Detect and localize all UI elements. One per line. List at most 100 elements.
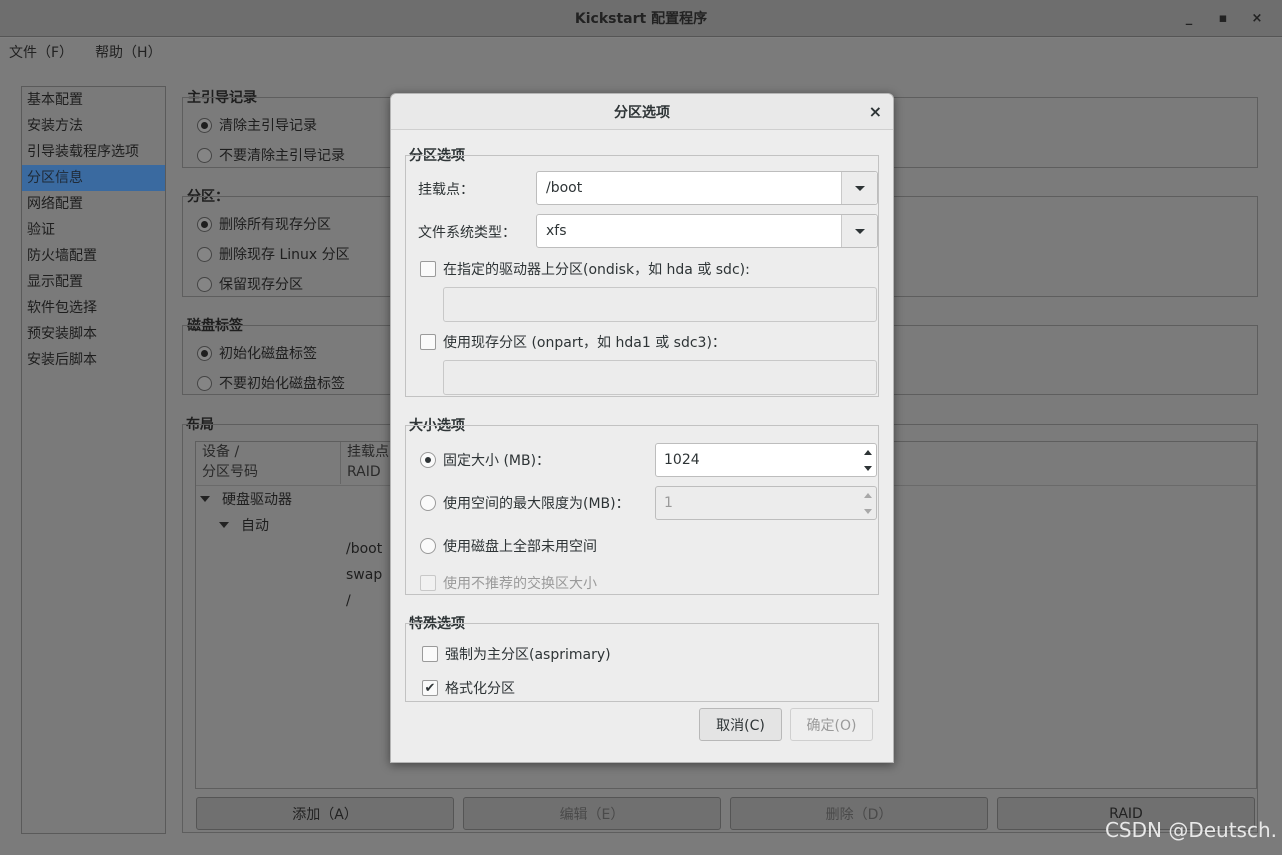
checkbox-label: 使用不推荐的交换区大小 (443, 576, 597, 592)
expand-arrow-icon[interactable] (200, 496, 210, 502)
checkbox-label: 在指定的驱动器上分区(ondisk，如 hda 或 sdc): (443, 262, 750, 278)
onpart-checkbox[interactable]: 使用现存分区 (onpart，如 hda1 或 sdc3)： (420, 332, 726, 352)
fstype-combo[interactable]: xfs (536, 214, 878, 248)
max-size-spinbox[interactable]: 1 (655, 486, 877, 520)
column-header-line: 设备 / (202, 444, 240, 460)
checkbox-empty-icon (420, 575, 436, 591)
sidebar-item-install-method[interactable]: 安装方法 (22, 113, 165, 139)
delete-all-radio[interactable]: 删除所有现存分区 (197, 214, 331, 234)
dialog-title: 分区选项 (614, 104, 670, 121)
radio-off-icon (197, 375, 212, 391)
menu-help[interactable]: 帮助（H） (95, 42, 162, 62)
cancel-button[interactable]: 取消(C) (699, 708, 782, 741)
recommended-swap-checkbox[interactable]: 使用不推荐的交换区大小 (420, 573, 597, 593)
checkbox-label: 强制为主分区(asprimary) (445, 647, 611, 663)
column-header-line: 挂载点 (347, 444, 389, 460)
checkmark-icon: ✔ (422, 680, 438, 696)
tree-row-mount-root[interactable]: / (346, 593, 351, 609)
mbr-clear-radio[interactable]: 清除主引导记录 (197, 115, 317, 135)
tree-col-device[interactable]: 设备 / 分区号码 (202, 442, 258, 482)
tree-row-label: 自动 (241, 518, 269, 534)
add-partition-button[interactable]: 添加（A） (196, 797, 454, 830)
sidebar-item-prescript[interactable]: 预安装脚本 (22, 321, 165, 347)
ok-button[interactable]: 确定(O) (790, 708, 873, 741)
ondisk-input[interactable] (443, 287, 877, 322)
mount-point-dropdown-button[interactable] (841, 172, 877, 204)
column-divider (340, 442, 341, 484)
expand-arrow-icon[interactable] (219, 522, 229, 528)
window-controls: _ ▪ × (1172, 0, 1274, 37)
fixed-size-radio[interactable]: 固定大小 (MB)： (420, 450, 550, 470)
tree-row-drives[interactable]: 硬盘驱动器 (200, 489, 292, 509)
edit-partition-button[interactable]: 编辑（E） (463, 797, 721, 830)
checkbox-label: 使用现存分区 (onpart，如 hda1 或 sdc3)： (443, 335, 726, 351)
sidebar-item-basic[interactable]: 基本配置 (22, 87, 165, 113)
fstype-label: 文件系统类型： (418, 225, 516, 241)
mount-point-combo[interactable]: /boot (536, 171, 878, 205)
close-icon[interactable]: × (869, 102, 882, 121)
radio-label: 使用磁盘上全部未用空间 (443, 539, 597, 555)
radio-on-icon (197, 345, 212, 361)
sidebar-item-packages[interactable]: 软件包选择 (22, 295, 165, 321)
sidebar-item-partition[interactable]: 分区信息 (22, 165, 165, 191)
tree-row-mount-boot[interactable]: /boot (346, 541, 382, 557)
tree-row-auto[interactable]: 自动 (219, 515, 269, 535)
radio-label: 删除现存 Linux 分区 (219, 247, 350, 263)
tree-row-mount-swap[interactable]: swap (346, 567, 382, 583)
max-size-value: 1 (664, 495, 673, 511)
spin-up-icon[interactable] (863, 492, 872, 498)
radio-off-icon (420, 538, 436, 554)
spin-buttons[interactable] (859, 487, 876, 519)
menu-file[interactable]: 文件（F） (9, 42, 73, 62)
fstype-dropdown-button[interactable] (841, 215, 877, 247)
tree-col-mount[interactable]: 挂载点 RAID (347, 442, 389, 482)
no-init-label-radio[interactable]: 不要初始化磁盘标签 (197, 373, 345, 393)
asprimary-checkbox[interactable]: 强制为主分区(asprimary) (422, 644, 611, 664)
sidebar-item-bootloader[interactable]: 引导装载程序选项 (22, 139, 165, 165)
tree-row-label: 硬盘驱动器 (222, 492, 292, 508)
onpart-input[interactable] (443, 360, 877, 395)
checkbox-label: 格式化分区 (445, 681, 515, 697)
menubar: 文件（F） 帮助（H） (0, 38, 1282, 66)
partition-options-dialog: 分区选项 × 分区选项 挂载点： /boot 文件系统类型： xfs 在指定的驱… (390, 93, 894, 763)
mount-point-value[interactable]: /boot (537, 180, 841, 196)
max-size-radio[interactable]: 使用空间的最大限度为(MB)： (420, 493, 630, 513)
radio-off-icon (197, 276, 212, 292)
minimize-button[interactable]: _ (1172, 4, 1206, 34)
sidebar-item-firewall[interactable]: 防火墙配置 (22, 243, 165, 269)
format-checkbox[interactable]: ✔ 格式化分区 (422, 678, 515, 698)
ondisk-checkbox[interactable]: 在指定的驱动器上分区(ondisk，如 hda 或 sdc): (420, 259, 750, 279)
mbr-keep-radio[interactable]: 不要清除主引导记录 (197, 145, 345, 165)
sidebar-item-display[interactable]: 显示配置 (22, 269, 165, 295)
fixed-size-spinbox[interactable]: 1024 (655, 443, 877, 477)
column-header-line: RAID (347, 464, 381, 480)
watermark: CSDN @Deutsch. (1104, 818, 1277, 842)
radio-off-icon (420, 495, 436, 511)
sidebar-item-auth[interactable]: 验证 (22, 217, 165, 243)
fill-disk-radio[interactable]: 使用磁盘上全部未用空间 (420, 536, 597, 556)
dialog-header: 分区选项 × (391, 94, 893, 130)
maximize-button[interactable]: ▪ (1206, 4, 1240, 34)
sidebar-item-postscript[interactable]: 安装后脚本 (22, 347, 165, 373)
close-window-button[interactable]: × (1240, 4, 1274, 34)
chevron-down-icon (854, 228, 865, 234)
init-label-radio[interactable]: 初始化磁盘标签 (197, 343, 317, 363)
fstype-value: xfs (546, 223, 567, 239)
radio-label: 初始化磁盘标签 (219, 346, 317, 362)
chevron-down-icon (854, 185, 865, 191)
spin-down-icon[interactable] (863, 465, 872, 471)
sidebar-item-network[interactable]: 网络配置 (22, 191, 165, 217)
spin-down-icon[interactable] (863, 508, 872, 514)
radio-label: 使用空间的最大限度为(MB)： (443, 496, 630, 512)
radio-label: 不要清除主引导记录 (219, 148, 345, 164)
spin-up-icon[interactable] (863, 449, 872, 455)
spin-buttons[interactable] (859, 444, 876, 476)
keep-partitions-radio[interactable]: 保留现存分区 (197, 274, 303, 294)
mount-point-label: 挂载点： (418, 182, 474, 198)
sidebar: 基本配置 安装方法 引导装载程序选项 分区信息 网络配置 验证 防火墙配置 显示… (21, 86, 166, 834)
radio-label: 固定大小 (MB)： (443, 453, 551, 469)
delete-linux-radio[interactable]: 删除现存 Linux 分区 (197, 244, 350, 264)
radio-on-icon (420, 452, 436, 468)
delete-partition-button[interactable]: 删除（D） (730, 797, 988, 830)
fixed-size-value[interactable]: 1024 (656, 452, 859, 468)
